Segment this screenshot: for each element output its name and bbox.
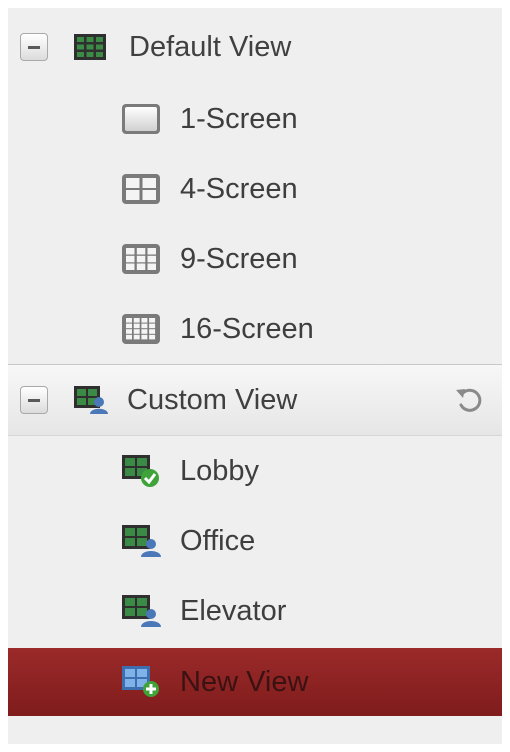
- tree-item-elevator[interactable]: Elevator: [8, 576, 502, 646]
- custom-view-label: Custom View: [127, 383, 298, 416]
- default-view-group[interactable]: Default View: [8, 12, 502, 82]
- tree-item-9-screen[interactable]: 9-Screen: [8, 224, 502, 294]
- view-active-icon: [122, 455, 159, 487]
- sixteen-screen-icon: [122, 314, 160, 344]
- view-user-icon: [122, 525, 161, 557]
- custom-view-group[interactable]: Custom View: [8, 364, 502, 436]
- tree-item-label: Office: [180, 524, 256, 557]
- tree-item-label: 9-Screen: [180, 242, 298, 275]
- tree-item-label: Lobby: [180, 454, 260, 487]
- tree-item-label: New View: [180, 665, 309, 698]
- tree-item-label: 4-Screen: [180, 172, 298, 205]
- tree-item-16-screen[interactable]: 16-Screen: [8, 294, 502, 364]
- view-user-icon: [122, 595, 161, 627]
- tree-item-office[interactable]: Office: [8, 506, 502, 576]
- tree-item-4-screen[interactable]: 4-Screen: [8, 154, 502, 224]
- collapse-custom-icon[interactable]: [20, 386, 48, 414]
- default-view-label: Default View: [129, 30, 292, 63]
- collapse-default-icon[interactable]: [20, 33, 48, 61]
- grid-view-icon: [74, 34, 106, 60]
- tree-item-label: Elevator: [180, 594, 287, 627]
- tree-item-lobby[interactable]: Lobby: [8, 436, 502, 506]
- custom-view-icon: [74, 386, 108, 414]
- view-add-icon: [122, 666, 159, 697]
- single-screen-icon: [122, 104, 160, 134]
- tree-item-1-screen[interactable]: 1-Screen: [8, 84, 502, 154]
- tree-item-label: 1-Screen: [180, 102, 298, 135]
- tree-item-label: 16-Screen: [180, 312, 314, 345]
- view-tree-panel: Default View 1-Screen 4-Screen 9-Screen …: [8, 8, 502, 744]
- four-screen-icon: [122, 174, 160, 204]
- refresh-icon[interactable]: [453, 384, 487, 416]
- tree-item-new-view[interactable]: New View: [8, 648, 502, 716]
- nine-screen-icon: [122, 244, 160, 274]
